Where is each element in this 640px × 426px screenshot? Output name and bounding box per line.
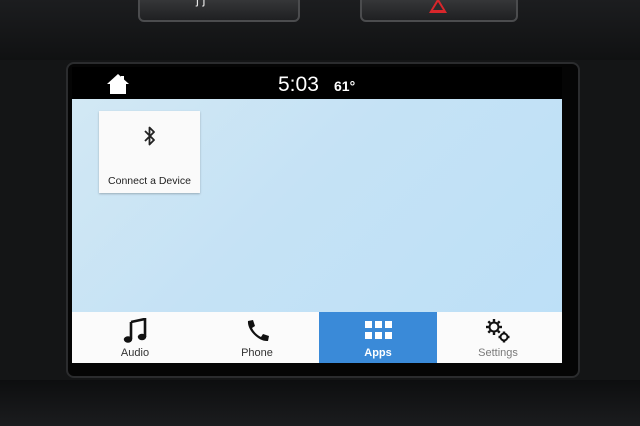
- tab-audio-label: Audio: [120, 347, 150, 359]
- tab-settings-label: Settings: [478, 347, 518, 359]
- clock: 5:03: [278, 73, 319, 96]
- apps-content-area: Connect a Device: [72, 99, 562, 312]
- apps-grid-icon: [364, 318, 392, 344]
- tab-audio[interactable]: Audio: [76, 312, 194, 363]
- status-bar: 5:03 61°: [72, 67, 562, 99]
- tab-apps-label: Apps: [364, 347, 392, 359]
- bottom-tab-bar: Audio Phone Apps Settings: [72, 312, 562, 363]
- gears-icon: [484, 318, 512, 344]
- phone-icon: [243, 318, 271, 344]
- outside-temperature: 61°: [334, 78, 356, 94]
- connect-device-label: Connect a Device: [108, 175, 191, 187]
- connect-device-tile[interactable]: Connect a Device: [99, 111, 200, 193]
- dashboard-top: [0, 0, 640, 60]
- tab-phone-label: Phone: [241, 347, 273, 359]
- infotainment-screen: 5:03 61° Connect a Device Audio Phone Ap…: [72, 67, 562, 363]
- dashboard-bottom: [0, 380, 640, 426]
- tab-phone[interactable]: Phone: [198, 312, 316, 363]
- hardware-button-left[interactable]: [138, 0, 300, 22]
- tab-settings[interactable]: Settings: [439, 312, 557, 363]
- home-icon[interactable]: [106, 73, 130, 95]
- bluetooth-icon: [143, 125, 157, 147]
- hardware-button-left-glyph: j j: [196, 0, 205, 7]
- music-note-icon: [121, 317, 149, 344]
- hazard-triangle-icon: [429, 0, 447, 13]
- tab-apps[interactable]: Apps: [319, 312, 437, 363]
